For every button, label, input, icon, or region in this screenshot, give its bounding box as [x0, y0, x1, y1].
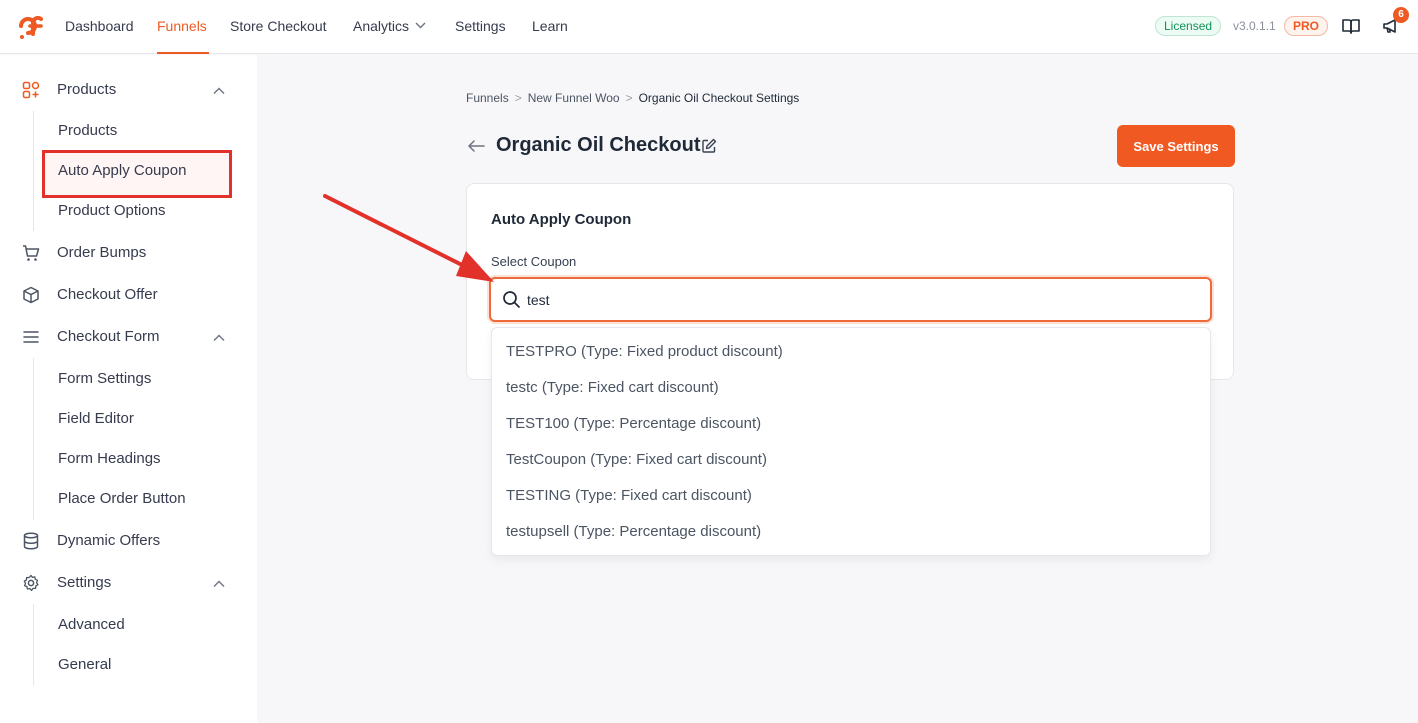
coupon-option[interactable]: TESTPRO (Type: Fixed product discount)	[506, 342, 783, 362]
coupon-search-input[interactable]	[527, 287, 1187, 313]
select-coupon-label: Select Coupon	[491, 254, 577, 269]
sidebar-item-settings[interactable]: Settings	[22, 572, 232, 594]
chevron-up-icon[interactable]	[212, 331, 226, 345]
brand-logo-icon[interactable]	[15, 12, 43, 40]
breadcrumb: Funnels > New Funnel Woo > Organic Oil Check…	[466, 91, 799, 105]
chevron-up-icon[interactable]	[212, 577, 226, 591]
top-navigation-bar: Dashboard Funnels Store Checkout Analyti…	[0, 0, 1418, 54]
sidebar-subitem-form-headings[interactable]: Form Headings	[58, 448, 161, 470]
sidebar-item-label: Settings	[57, 574, 112, 591]
sidebar-item-label: Order Bumps	[57, 244, 147, 261]
edit-icon[interactable]	[701, 138, 717, 154]
chevron-down-icon	[415, 22, 426, 29]
nav-active-indicator	[157, 52, 209, 54]
nav-settings[interactable]: Settings	[455, 17, 506, 35]
coupon-option[interactable]: TestCoupon (Type: Fixed cart discount)	[506, 450, 767, 470]
nav-learn[interactable]: Learn	[532, 17, 568, 35]
sidebar-item-checkout-offer[interactable]: Checkout Offer	[22, 284, 232, 306]
sidebar-subitem-auto-apply-coupon[interactable]: Auto Apply Coupon	[58, 160, 186, 182]
nav-dashboard[interactable]: Dashboard	[65, 17, 134, 35]
sidebar-subitem-general[interactable]: General	[58, 654, 111, 676]
breadcrumb-current: Organic Oil Checkout Settings	[638, 91, 800, 105]
gear-icon	[23, 574, 39, 592]
sidebar-item-label: Checkout Offer	[57, 286, 158, 303]
search-icon	[503, 291, 520, 308]
licensed-badge: Licensed	[1155, 16, 1222, 36]
version-label: v3.0.1.1	[1233, 19, 1276, 33]
book-icon[interactable]	[1341, 16, 1361, 36]
coupon-option[interactable]: testupsell (Type: Percentage discount)	[506, 522, 761, 542]
arrow-left-icon[interactable]	[466, 138, 486, 154]
products-grid-icon	[22, 81, 40, 99]
card-title: Auto Apply Coupon	[491, 211, 632, 228]
cart-icon	[23, 245, 40, 261]
chevron-up-icon[interactable]	[212, 84, 226, 98]
submenu-divider	[33, 604, 34, 686]
sidebar-item-label: Checkout Form	[57, 328, 160, 345]
sidebar-item-label: Products	[57, 81, 117, 98]
database-icon	[23, 532, 39, 550]
sidebar-item-checkout-form[interactable]: Checkout Form	[22, 326, 232, 348]
sidebar-item-label: Dynamic Offers	[57, 532, 161, 549]
sidebar-subitem-place-order-button[interactable]: Place Order Button	[58, 488, 186, 510]
sidebar: Products Products Auto Apply Coupon Prod…	[0, 55, 257, 723]
sidebar-item-products[interactable]: Products	[22, 79, 232, 101]
nav-analytics[interactable]: Analytics	[353, 17, 426, 35]
sidebar-subitem-form-settings[interactable]: Form Settings	[58, 368, 151, 390]
nav-store-checkout[interactable]: Store Checkout	[230, 17, 327, 35]
submenu-divider	[33, 358, 34, 520]
sidebar-subitem-products[interactable]: Products	[58, 120, 117, 142]
breadcrumb-separator: >	[625, 91, 633, 105]
box-icon	[23, 286, 39, 304]
sidebar-subitem-field-editor[interactable]: Field Editor	[58, 408, 134, 430]
coupon-option[interactable]: TEST100 (Type: Percentage discount)	[506, 414, 761, 434]
breadcrumb-separator: >	[514, 91, 522, 105]
breadcrumb-funnels[interactable]: Funnels	[466, 91, 509, 105]
coupon-search-field[interactable]	[489, 277, 1212, 322]
nav-funnels[interactable]: Funnels	[157, 17, 207, 35]
sidebar-subitem-product-options[interactable]: Product Options	[58, 200, 166, 222]
notification-count-badge: 6	[1393, 7, 1409, 23]
breadcrumb-new-funnel-woo[interactable]: New Funnel Woo	[528, 91, 620, 105]
submenu-divider	[33, 111, 34, 231]
sidebar-item-order-bumps[interactable]: Order Bumps	[22, 242, 232, 264]
coupon-option[interactable]: TESTING (Type: Fixed cart discount)	[506, 486, 752, 506]
pro-badge: PRO	[1284, 16, 1329, 36]
sidebar-subitem-advanced[interactable]: Advanced	[58, 614, 125, 636]
save-settings-button[interactable]: Save Settings	[1117, 125, 1235, 167]
sidebar-item-dynamic-offers[interactable]: Dynamic Offers	[22, 530, 232, 552]
page-title: Organic Oil Checkout	[496, 134, 701, 156]
coupon-option[interactable]: testc (Type: Fixed cart discount)	[506, 378, 719, 398]
menu-lines-icon	[23, 331, 39, 343]
nav-analytics-label: Analytics	[353, 18, 410, 34]
coupon-options-dropdown: TESTPRO (Type: Fixed product discount) t…	[491, 327, 1211, 556]
